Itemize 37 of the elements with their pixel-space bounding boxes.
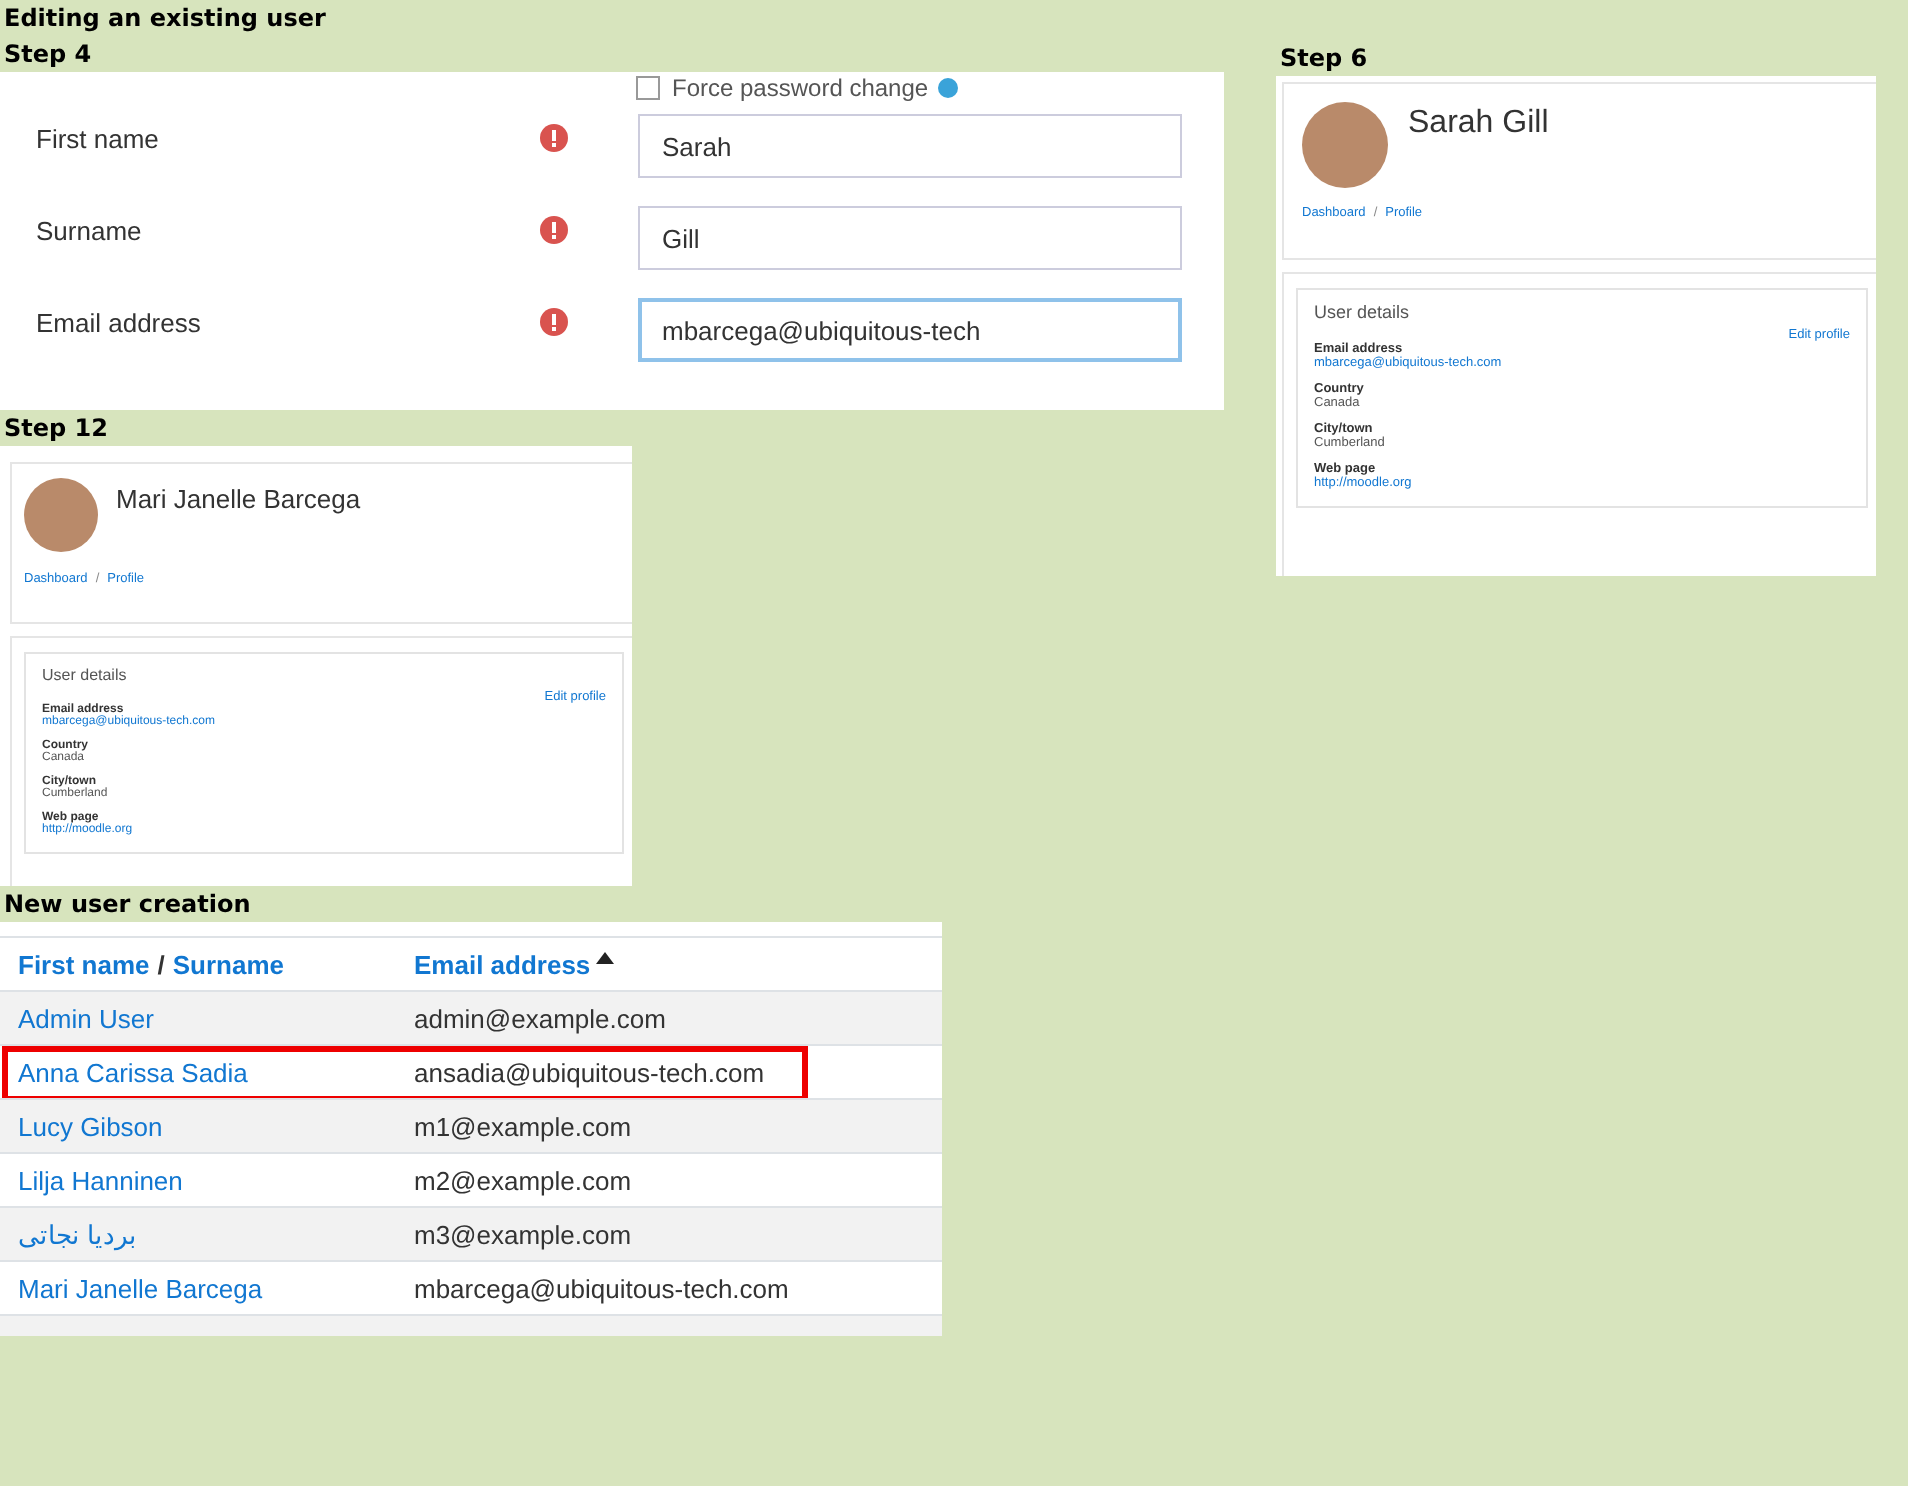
table-cell: admin@example.com xyxy=(414,1003,666,1033)
user-name-link[interactable]: Mari Janelle Barcega xyxy=(18,1273,263,1303)
sort-up-icon xyxy=(596,952,615,964)
section-heading: New user creation xyxy=(2,888,251,922)
user-name-link[interactable]: Lucy Gibson xyxy=(18,1111,163,1141)
column-header[interactable]: Surname xyxy=(172,949,285,979)
input-field[interactable]: Sarah xyxy=(638,114,1182,178)
table-cell: m1@example.com xyxy=(414,1111,632,1141)
section-title: User details xyxy=(1314,302,1412,322)
field-label: First name xyxy=(36,122,161,154)
user-name-link[interactable]: Anna Carissa Sadia xyxy=(18,1057,248,1087)
table-cell: m2@example.com xyxy=(414,1165,632,1195)
section-title: User details xyxy=(42,666,129,684)
field-label: Email address xyxy=(36,306,203,338)
step-heading: Step 4 xyxy=(2,38,92,72)
user-name-link[interactable]: بردیا نجاتی xyxy=(18,1219,138,1249)
column-header[interactable]: Email address xyxy=(414,949,591,979)
field-label: Surname xyxy=(36,214,144,246)
user-name: Sarah Gill xyxy=(1408,106,1549,144)
column-separator: / xyxy=(157,949,165,979)
table-cell: mbarcega@ubiquitous-tech.com xyxy=(414,1273,789,1303)
user-name-link[interactable]: Admin User xyxy=(18,1003,154,1033)
table-cell: m3@example.com xyxy=(414,1219,632,1249)
step-heading: Step 12 xyxy=(2,412,108,446)
input-field[interactable]: Gill xyxy=(638,206,1182,270)
checkbox-label: Force password change xyxy=(672,74,929,102)
avatar-placeholder xyxy=(24,478,98,552)
column-header[interactable]: First name xyxy=(18,949,150,979)
table-cell: ansadia@ubiquitous-tech.com xyxy=(414,1057,765,1087)
input-field[interactable]: mbarcega@ubiquitous-tech xyxy=(638,298,1182,362)
step-heading: Step 6 xyxy=(1278,42,1370,76)
avatar-placeholder xyxy=(1302,102,1388,188)
help-icon[interactable] xyxy=(938,78,959,98)
user-name-link[interactable]: Lilja Hanninen xyxy=(18,1165,183,1195)
section-heading: Editing an existing user xyxy=(2,2,326,36)
user-name: Mari Janelle Barcega xyxy=(116,484,361,518)
checkbox[interactable] xyxy=(636,76,660,100)
